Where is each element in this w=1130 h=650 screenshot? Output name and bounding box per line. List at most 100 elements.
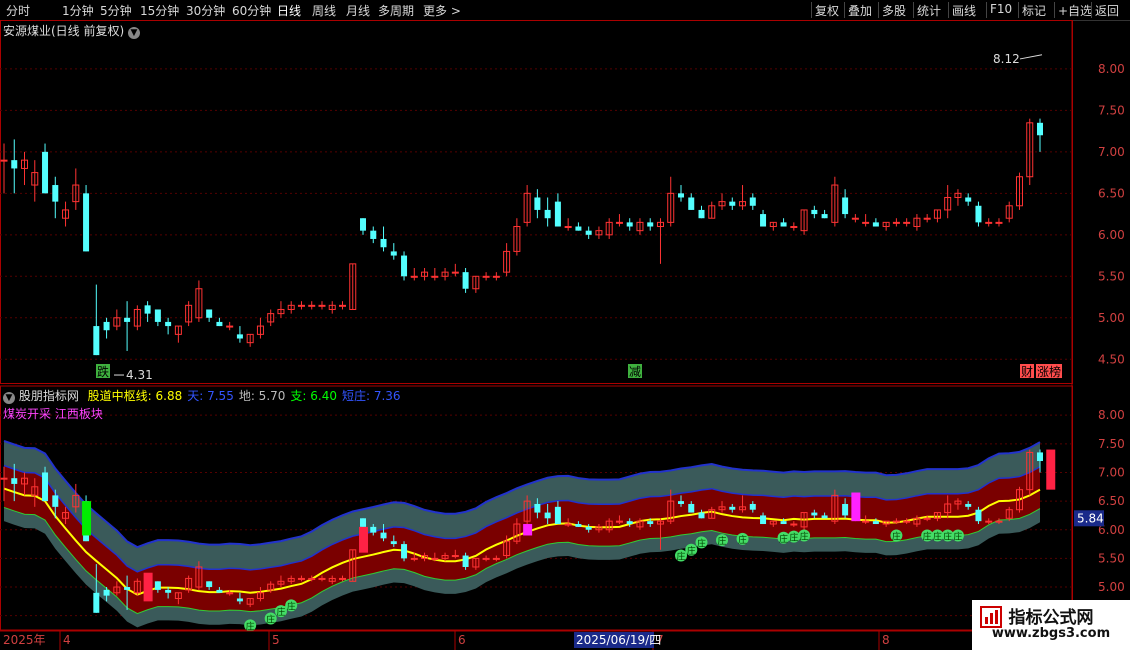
sub-candle-body <box>1037 452 1043 462</box>
sub-candle-body <box>811 512 818 516</box>
sub-candle-body <box>492 557 500 560</box>
main-candle-body <box>544 209 551 219</box>
main-candle-body <box>431 275 439 278</box>
zhuang-marker-text: 庄 <box>287 600 296 612</box>
period-tab-9[interactable]: 多周期 <box>378 2 414 19</box>
signal-label: 跌 <box>97 364 109 379</box>
toolbar-action-4[interactable]: 画线 <box>952 2 976 19</box>
high-price-arrow <box>1019 54 1043 60</box>
sub-candle-body <box>380 532 387 539</box>
main-candle-body <box>93 326 100 356</box>
main-candle-body <box>103 321 110 331</box>
sub-candle-body <box>154 581 161 590</box>
indicator-line-0: 股道中枢线: 6.88 <box>87 389 183 403</box>
toolbar-action-2[interactable]: 多股 <box>882 2 906 19</box>
toolbar-action-3[interactable]: 统计 <box>917 2 941 19</box>
sub-candle-body <box>308 577 316 580</box>
main-candle-body <box>985 221 993 224</box>
sub-candle-body <box>615 520 623 523</box>
sub-candle-body <box>216 589 223 593</box>
main-axis-label: 7.50 <box>1098 103 1125 117</box>
period-tab-5[interactable]: 60分钟 <box>232 2 271 19</box>
period-tab-10[interactable]: 更多 > <box>423 2 461 19</box>
period-tab-4[interactable]: 30分钟 <box>186 2 225 19</box>
toolbar-action-1[interactable]: 叠加 <box>848 2 872 19</box>
main-candle-body <box>760 214 767 227</box>
zhuang-marker-text: 庄 <box>779 533 788 545</box>
main-axis-label: 8.00 <box>1098 62 1125 76</box>
main-axis-label: 6.50 <box>1098 186 1125 200</box>
toolbar-action-0[interactable]: 复权 <box>815 2 839 19</box>
toolbar-action-5[interactable]: F10 <box>990 2 1012 16</box>
main-candle-body <box>360 218 367 231</box>
period-tab-7[interactable]: 周线 <box>312 2 336 19</box>
main-candle-body <box>83 193 90 252</box>
main-candle-body <box>154 309 161 322</box>
main-candle-body <box>236 334 243 339</box>
main-candle-body <box>995 221 1003 224</box>
signal-bar <box>523 524 533 536</box>
main-candle-body <box>338 304 346 307</box>
dropdown-icon[interactable]: ▼ <box>128 27 141 39</box>
sub-candle-body <box>360 518 367 527</box>
high-price-label: 8.12 <box>993 52 1020 66</box>
sub-candle-body <box>872 521 879 525</box>
main-candle-body <box>903 221 911 224</box>
main-candle-body <box>975 205 982 223</box>
main-axis-label: 4.50 <box>1098 352 1125 366</box>
indicator-line-2: 地: 5.70 <box>238 389 286 403</box>
main-axis-label: 5.50 <box>1098 269 1125 283</box>
signal-bar <box>1046 449 1056 490</box>
zhuang-marker-text: 庄 <box>738 534 747 546</box>
period-tab-3[interactable]: 15分钟 <box>140 2 179 19</box>
sub-candle-body <box>892 520 900 523</box>
sub-candle-body <box>297 577 305 580</box>
indicator-name: 股朋指标网 <box>18 389 79 403</box>
zhuang-marker-text: 庄 <box>933 530 942 542</box>
watermark-title: 指标公式网 <box>1008 608 1094 628</box>
toolbar-action-6[interactable]: 标记 <box>1022 2 1046 19</box>
main-axis-label: 5.00 <box>1098 311 1125 325</box>
toolbar-action-7[interactable]: +自选 <box>1058 2 1092 19</box>
sub-candle-body <box>729 506 736 510</box>
sub-candle-body <box>124 587 131 590</box>
main-candle-body <box>534 197 541 210</box>
main-axis-label: 7.00 <box>1098 145 1125 159</box>
toolbar-action-8[interactable]: 返回 <box>1095 2 1119 19</box>
main-candle-body <box>297 304 305 307</box>
main-candle-body <box>851 217 859 220</box>
zhuang-marker-text: 庄 <box>923 530 932 542</box>
period-tab-1[interactable]: 1分钟 <box>62 2 94 19</box>
zhuang-marker-text: 庄 <box>892 530 901 542</box>
period-tab-0[interactable]: 分时 <box>6 2 30 19</box>
main-candle-body <box>451 271 459 274</box>
main-candle-body <box>42 151 49 194</box>
zhuang-marker-text: 庄 <box>943 530 952 542</box>
main-candle-body <box>410 275 418 278</box>
main-candle-body <box>647 222 654 227</box>
sub-candle-body <box>975 509 982 522</box>
sub-candle-body <box>42 472 49 502</box>
sub-axis-label: 5.50 <box>1098 551 1125 565</box>
period-tab-8[interactable]: 月线 <box>346 2 370 19</box>
main-candle-body <box>677 193 684 198</box>
indicator-dropdown-icon[interactable]: ▼ <box>3 392 15 404</box>
main-candle-body <box>615 221 623 224</box>
sector-subtitle: 煤炭开采 江西板块 <box>3 407 103 421</box>
time-axis-label: 2025年 <box>3 633 46 647</box>
sub-candle-body <box>790 523 798 526</box>
zhuang-marker-text: 庄 <box>687 545 696 557</box>
period-tab-6[interactable]: 日线 <box>277 2 301 19</box>
sub-candle-body <box>965 503 972 507</box>
signal-bar <box>851 492 861 522</box>
sub-candle-body <box>451 555 459 558</box>
main-candle-body <box>872 222 879 227</box>
main-candle-body <box>144 305 151 314</box>
sub-candle-body <box>821 515 828 519</box>
time-axis-label: 5 <box>272 633 280 647</box>
chart-area[interactable]: 8.008.007.507.507.007.006.506.506.006.00… <box>0 20 1130 650</box>
period-tab-2[interactable]: 5分钟 <box>100 2 132 19</box>
sub-candle-body <box>985 520 993 523</box>
zhuang-marker-text: 庄 <box>276 606 285 618</box>
main-candle-body <box>462 272 469 289</box>
